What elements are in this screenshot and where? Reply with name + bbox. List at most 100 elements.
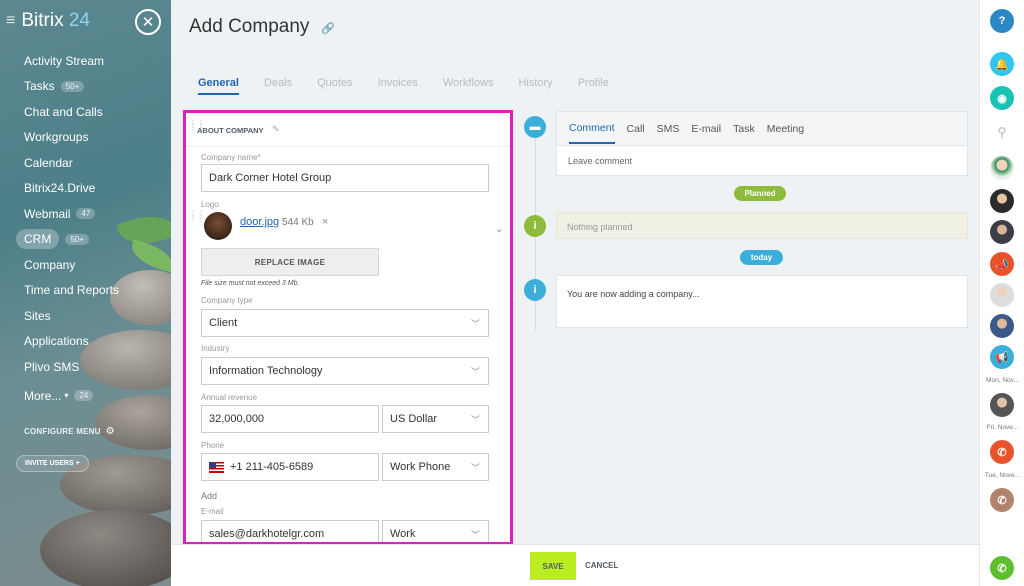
sidebar-item-plivo-sms[interactable]: Plivo SMS xyxy=(0,354,171,380)
menu-icon[interactable]: ≡ xyxy=(6,13,15,29)
avatar[interactable] xyxy=(990,156,1014,180)
phone-label: Phone xyxy=(201,441,225,450)
sidebar-item-activity-stream[interactable]: Activity Stream xyxy=(0,48,171,74)
sidebar-item-label: Company xyxy=(24,257,76,272)
chevron-down-icon: ▾ xyxy=(64,391,69,400)
company-name-input[interactable]: Dark Corner Hotel Group xyxy=(201,164,489,192)
remove-logo-icon[interactable]: × xyxy=(322,216,328,228)
cancel-button[interactable]: CANCEL xyxy=(585,561,618,570)
annual-revenue-input[interactable]: 32,000,000 xyxy=(201,405,379,433)
sidebar-item-label: Time and Reports xyxy=(24,283,119,298)
currency-value: US Dollar xyxy=(390,413,438,425)
chevron-down-icon: ﹀ xyxy=(470,319,480,329)
sidebar-item-webmail[interactable]: Webmail 47 xyxy=(0,201,171,227)
phone-icon[interactable]: ✆ xyxy=(990,556,1014,580)
tab-profile[interactable]: Profile xyxy=(578,77,609,95)
composer-tabs: Comment Call SMS E-mail Task Meeting xyxy=(557,112,967,146)
notifications-button[interactable]: 🔔 xyxy=(990,52,1014,76)
tab-general[interactable]: General xyxy=(198,77,239,95)
plus-icon: + xyxy=(75,460,80,467)
currency-select[interactable]: US Dollar ﹀ xyxy=(382,405,489,433)
close-slider-button[interactable]: ✕ xyxy=(135,9,161,35)
configure-menu[interactable]: CONFIGURE MENU ⚙ xyxy=(0,412,171,452)
tab-call[interactable]: Call xyxy=(627,114,645,143)
avatar[interactable] xyxy=(990,393,1014,417)
add-phone-link[interactable]: Add xyxy=(201,491,217,501)
invite-users-button[interactable]: INVITE USERS + xyxy=(16,455,89,472)
sidebar-item-company[interactable]: Company xyxy=(0,252,171,278)
tab-task[interactable]: Task xyxy=(733,114,755,143)
avatar[interactable] xyxy=(990,220,1014,244)
tab-comment[interactable]: Comment xyxy=(569,113,615,144)
tab-history[interactable]: History xyxy=(518,77,552,95)
info-icon: i xyxy=(524,215,546,237)
page-title: Add Company xyxy=(189,16,310,37)
industry-select[interactable]: Information Technology ﹀ xyxy=(201,357,489,385)
email-type-select[interactable]: Work ﹀ xyxy=(382,520,489,542)
brand-name: Bitrix xyxy=(21,10,64,31)
sidebar-item-sites[interactable]: Sites xyxy=(0,303,171,329)
company-type-select[interactable]: Client ﹀ xyxy=(201,309,489,337)
logo-file-link[interactable]: door.jpg xyxy=(240,216,279,228)
sidebar-item-time-reports[interactable]: Time and Reports xyxy=(0,278,171,304)
replace-image-button[interactable]: REPLACE IMAGE xyxy=(201,248,379,276)
avatar[interactable] xyxy=(990,189,1014,213)
logo-label: Logo xyxy=(201,200,219,209)
phone-type-select[interactable]: Work Phone ﹀ xyxy=(382,453,489,481)
tab-quotes[interactable]: Quotes xyxy=(317,77,352,95)
sidebar-item-drive[interactable]: Bitrix24.Drive xyxy=(0,176,171,202)
avatar[interactable] xyxy=(990,283,1014,307)
us-flag-icon[interactable] xyxy=(209,461,224,473)
right-rail: ? 🔔 ◉ ⚲ 📣 📢 Mon, Nov... Fri, Nove... ✆ T… xyxy=(979,0,1024,586)
tab-workflows[interactable]: Workflows xyxy=(443,77,494,95)
sidebar-item-tasks[interactable]: Tasks 50+ xyxy=(0,74,171,100)
sidebar-item-chat[interactable]: Chat and Calls xyxy=(0,99,171,125)
tab-meeting[interactable]: Meeting xyxy=(767,114,804,143)
help-button[interactable]: ? xyxy=(990,9,1014,33)
comment-icon: ▬ xyxy=(524,116,546,138)
sidebar-item-label: Sites xyxy=(24,308,51,323)
invite-users-label: INVITE USERS xyxy=(25,460,74,467)
search-button[interactable]: ⚲ xyxy=(990,120,1014,144)
sidebar-item-crm[interactable]: CRM 50+ xyxy=(0,227,171,253)
missed-call-icon[interactable]: ✆ xyxy=(990,440,1014,464)
count-badge: 47 xyxy=(76,208,96,220)
bell-icon: 🔔 xyxy=(995,58,1009,71)
chevron-down-icon: ﹀ xyxy=(470,530,480,540)
avatar[interactable] xyxy=(990,314,1014,338)
save-button[interactable]: SAVE xyxy=(530,552,576,580)
annual-revenue-label: Annual revenue xyxy=(201,393,258,402)
comment-input[interactable]: Leave comment xyxy=(568,156,632,166)
planned-badge: Planned xyxy=(734,186,786,201)
sidebar-item-more[interactable]: More... ▾ 24 xyxy=(0,380,171,412)
chevron-down-icon[interactable]: ⌄ xyxy=(495,224,503,235)
email-value: sales@darkhotelgr.com xyxy=(209,528,325,540)
entity-tabs: General Deals Quotes Invoices Workflows … xyxy=(198,77,634,95)
marketing-icon[interactable]: 📣 xyxy=(990,252,1014,276)
tab-sms[interactable]: SMS xyxy=(657,114,680,143)
logo[interactable]: ≡ Bitrix 24 xyxy=(6,10,90,32)
tab-email[interactable]: E-mail xyxy=(691,114,721,143)
logo-thumbnail xyxy=(204,212,232,240)
rail-date-label: Tue, Nove... xyxy=(984,472,1021,479)
sidebar-item-calendar[interactable]: Calendar xyxy=(0,150,171,176)
announcement-icon[interactable]: 📢 xyxy=(990,345,1014,369)
link-icon[interactable]: 🔗 xyxy=(321,22,335,35)
tab-deals[interactable]: Deals xyxy=(264,77,292,95)
chat-button[interactable]: ◉ xyxy=(990,86,1014,110)
phone-input[interactable]: +1 211-405-6589 xyxy=(201,453,379,481)
sidebar-item-applications[interactable]: Applications xyxy=(0,329,171,355)
today-badge: today xyxy=(740,250,783,265)
info-icon: i xyxy=(524,279,546,301)
company-name-label: Company name* xyxy=(201,153,261,162)
left-sidebar: ≡ Bitrix 24 ✕ Activity Stream Tasks 50+ C… xyxy=(0,0,171,586)
email-input[interactable]: sales@darkhotelgr.com xyxy=(201,520,379,542)
drag-handle-icon[interactable]: ⋮⋮ ⋮⋮ xyxy=(189,211,205,223)
pencil-icon[interactable]: ✎ xyxy=(272,124,280,135)
sidebar-item-label: Webmail xyxy=(24,206,71,221)
email-label: E-mail xyxy=(201,507,224,516)
rail-date-label: Mon, Nov... xyxy=(986,377,1019,384)
tab-invoices[interactable]: Invoices xyxy=(378,77,418,95)
call-icon[interactable]: ✆ xyxy=(990,488,1014,512)
sidebar-item-workgroups[interactable]: Workgroups xyxy=(0,125,171,151)
